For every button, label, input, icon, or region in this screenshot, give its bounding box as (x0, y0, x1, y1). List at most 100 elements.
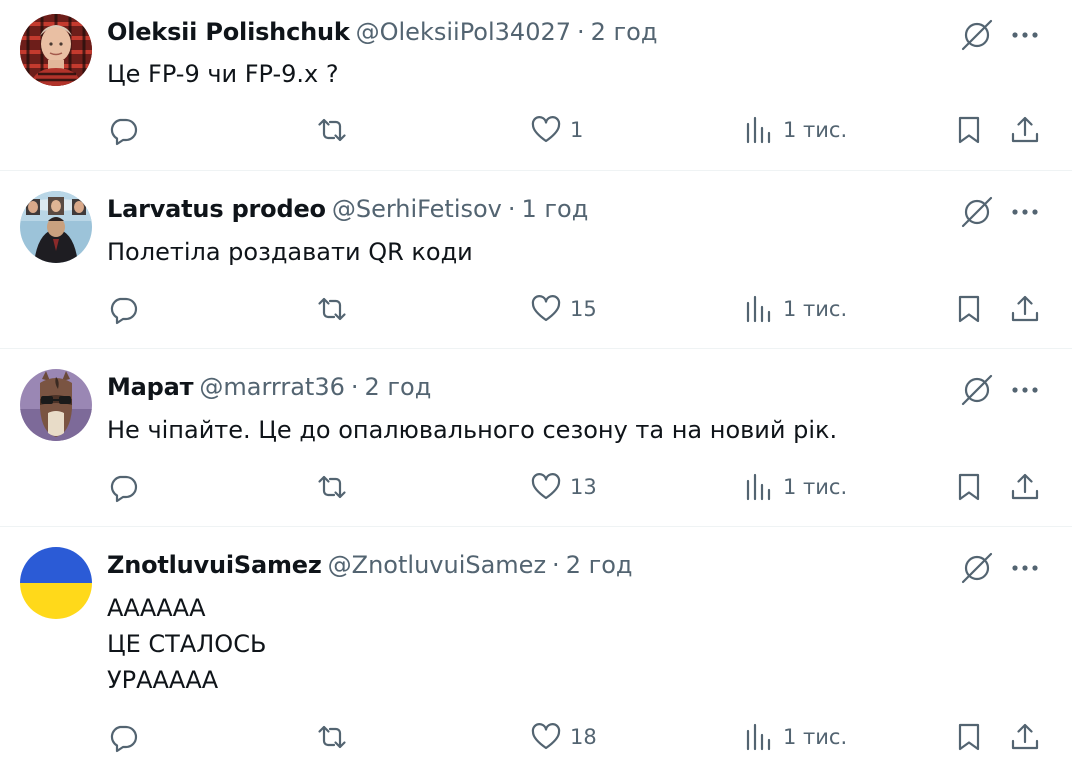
bookmark-button[interactable] (953, 110, 985, 150)
grok-icon[interactable] (958, 193, 996, 231)
replies-feed: Oleksii Polishchuk @OleksiiPol34027 · 2 … (0, 0, 1072, 768)
reply-item[interactable]: ZnotluvuiSamez @ZnotluvuiSamez · 2 год А… (0, 527, 1072, 768)
retweet-button[interactable] (316, 467, 348, 507)
views-button[interactable]: 1 тис. (743, 110, 847, 150)
author-handle[interactable]: @OleksiiPol34027 (356, 18, 571, 46)
timestamp[interactable]: 2 год (566, 551, 633, 579)
bookmark-button[interactable] (953, 289, 985, 329)
reply-text-line: Полетіла роздавати QR коди (107, 238, 473, 266)
reply-button[interactable] (107, 289, 139, 329)
views-button[interactable]: 1 тис. (743, 467, 847, 507)
bookmark-icon (958, 473, 980, 501)
reply-icon (110, 475, 138, 503)
share-icon (1011, 723, 1039, 750)
reply-button[interactable] (107, 110, 139, 150)
retweet-button[interactable] (316, 110, 348, 150)
separator-dot: · (552, 551, 560, 579)
heart-icon (531, 723, 561, 750)
bookmark-icon (958, 295, 980, 323)
views-icon (746, 723, 771, 751)
like-count: 18 (570, 725, 597, 749)
bookmark-button[interactable] (953, 717, 985, 757)
reply-text-line: Не чіпайте. Це до опалювального сезону т… (107, 416, 838, 444)
views-icon (746, 116, 771, 144)
heart-icon (531, 473, 561, 500)
reply-text-line: АААААА (107, 594, 206, 622)
timestamp[interactable]: 2 год (365, 373, 432, 401)
share-button[interactable] (1009, 289, 1041, 329)
avatar[interactable] (20, 547, 92, 619)
more-icon[interactable] (1008, 18, 1042, 52)
reply-header: Марат @marrrat36 · 2 год (107, 369, 431, 405)
like-button[interactable]: 15 (530, 289, 597, 329)
like-count: 15 (570, 297, 597, 321)
action-bar: 13 1 тис. (0, 467, 1072, 507)
reply-header: Oleksii Polishchuk @OleksiiPol34027 · 2 … (107, 14, 657, 50)
more-icon[interactable] (1008, 195, 1042, 229)
share-button[interactable] (1009, 110, 1041, 150)
reply-button[interactable] (107, 467, 139, 507)
reply-header: Larvatus prodeo @SerhiFetisov · 1 год (107, 191, 588, 227)
views-count: 1 тис. (783, 297, 848, 321)
separator-dot: · (507, 195, 516, 223)
reply-header: ZnotluvuiSamez @ZnotluvuiSamez · 2 год (107, 547, 632, 583)
share-button[interactable] (1009, 467, 1041, 507)
share-icon (1011, 116, 1039, 143)
reply-item[interactable]: Larvatus prodeo @SerhiFetisov · 1 год По… (0, 171, 1072, 349)
retweet-icon (318, 725, 346, 749)
separator-dot: · (350, 373, 359, 401)
separator-dot: · (577, 18, 585, 46)
avatar[interactable] (20, 14, 92, 86)
heart-icon (531, 295, 561, 322)
reply-text-line: ЦЕ СТАЛОСЬ (107, 630, 267, 658)
bookmark-button[interactable] (953, 467, 985, 507)
like-button[interactable]: 1 (530, 110, 583, 150)
views-icon (746, 473, 771, 501)
share-icon (1011, 473, 1039, 500)
author-handle[interactable]: @ZnotluvuiSamez (328, 551, 546, 579)
share-button[interactable] (1009, 717, 1041, 757)
more-icon[interactable] (1008, 373, 1042, 407)
reply-button[interactable] (107, 717, 139, 757)
reply-text: Не чіпайте. Це до опалювального сезону т… (107, 412, 837, 448)
action-bar: 18 1 тис. (0, 717, 1072, 757)
bookmark-icon (958, 723, 980, 751)
retweet-icon (318, 118, 346, 142)
author-name[interactable]: ZnotluvuiSamez (107, 551, 322, 579)
reply-item[interactable]: Марат @marrrat36 · 2 год Не чіпайте. Це … (0, 349, 1072, 527)
like-button[interactable]: 18 (530, 717, 597, 757)
views-icon (746, 295, 771, 323)
retweet-icon (318, 475, 346, 499)
views-button[interactable]: 1 тис. (743, 289, 847, 329)
retweet-button[interactable] (316, 289, 348, 329)
grok-icon[interactable] (958, 549, 996, 587)
views-button[interactable]: 1 тис. (743, 717, 847, 757)
reply-text: АААААА ЦЕ СТАЛОСЬ УРААААА (107, 590, 266, 698)
timestamp[interactable]: 1 год (522, 195, 589, 223)
like-count: 1 (570, 118, 584, 142)
author-handle[interactable]: @marrrat36 (199, 373, 345, 401)
action-bar: 15 1 тис. (0, 289, 1072, 329)
reply-icon (110, 297, 138, 325)
reply-text-line: Це FP-9 чи FP-9.x ? (107, 60, 339, 88)
author-name[interactable]: Oleksii Polishchuk (107, 18, 350, 46)
reply-icon (110, 725, 138, 753)
share-icon (1011, 295, 1039, 322)
avatar[interactable] (20, 191, 92, 263)
author-name[interactable]: Марат (107, 373, 194, 401)
heart-icon (531, 116, 561, 143)
author-handle[interactable]: @SerhiFetisov (332, 195, 502, 223)
author-name[interactable]: Larvatus prodeo (107, 195, 326, 223)
grok-icon[interactable] (958, 371, 996, 409)
timestamp[interactable]: 2 год (591, 18, 658, 46)
views-count: 1 тис. (783, 475, 848, 499)
like-count: 13 (570, 475, 597, 499)
avatar[interactable] (20, 369, 92, 441)
like-button[interactable]: 13 (530, 467, 597, 507)
retweet-button[interactable] (316, 717, 348, 757)
retweet-icon (318, 297, 346, 321)
reply-text: Це FP-9 чи FP-9.x ? (107, 56, 339, 92)
more-icon[interactable] (1008, 551, 1042, 585)
reply-item[interactable]: Oleksii Polishchuk @OleksiiPol34027 · 2 … (0, 0, 1072, 171)
grok-icon[interactable] (958, 16, 996, 54)
